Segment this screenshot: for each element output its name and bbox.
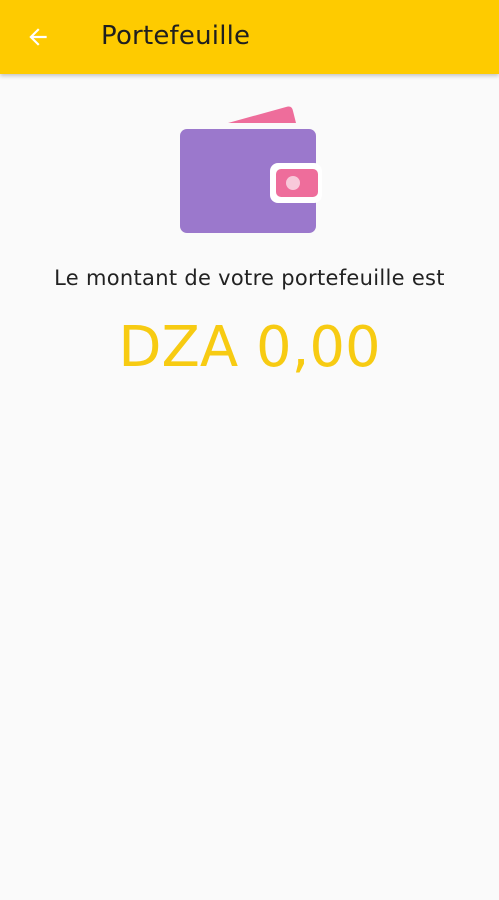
page-title: Portefeuille: [101, 21, 251, 51]
wallet-balance-label: Le montant de votre portefeuille est: [54, 266, 445, 290]
app-bar: Portefeuille: [0, 0, 499, 74]
back-button[interactable]: [14, 13, 62, 61]
wallet-content: Le montant de votre portefeuille est DZA…: [0, 74, 499, 900]
arrow-left-icon: [29, 28, 47, 46]
wallet-icon: [180, 106, 322, 233]
wallet-balance-amount: DZA 0,00: [118, 315, 381, 380]
